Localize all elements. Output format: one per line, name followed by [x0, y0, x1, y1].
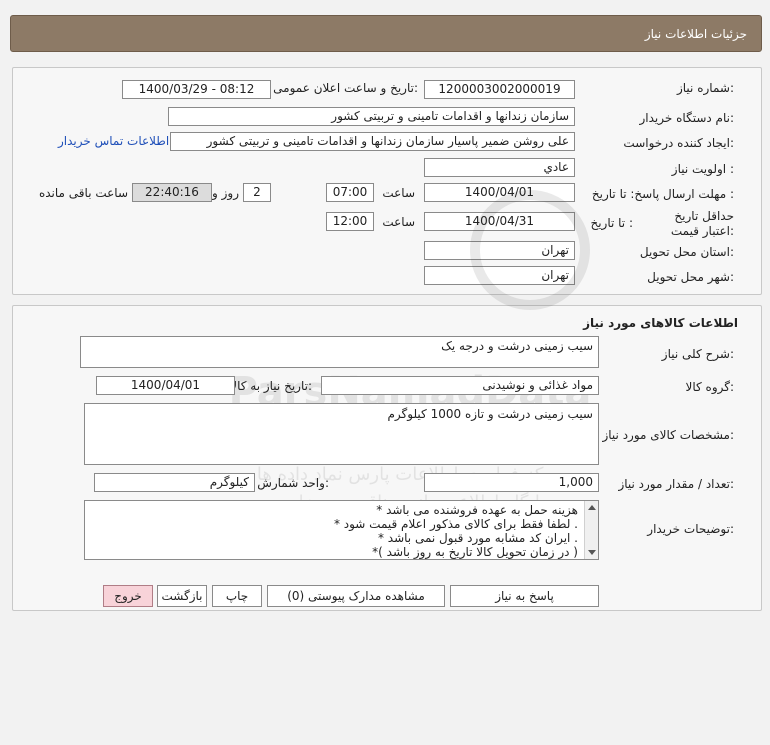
- buyer-org-label: نام دستگاه خریدار:: [639, 111, 735, 125]
- notes-content: هزینه حمل به عهده فروشنده می باشد * . لط…: [108, 503, 578, 559]
- scroll-down-icon[interactable]: [588, 550, 596, 555]
- deadline-date-field: 1400/04/01: [424, 183, 575, 202]
- deadline-time-label: ساعت: [382, 186, 415, 200]
- need-info-panel: [12, 67, 762, 295]
- city-label: شهر محل تحویل:: [647, 270, 734, 284]
- reply-button[interactable]: پاسخ به نیاز: [450, 585, 599, 607]
- group-field: مواد غذائی و نوشیدنی: [321, 376, 599, 395]
- note-line: . ایران کد مشابه مورد قبول نمی باشد *: [377, 531, 578, 545]
- validity-label: حداقل تاریخ اعتبار قیمت:: [670, 209, 734, 238]
- unit-field: کیلوگرم: [94, 473, 255, 492]
- description-field: سیب زمینی درشت و درجه یک: [80, 336, 599, 368]
- deadline-time-field: 07:00: [326, 183, 374, 202]
- goods-section-title: اطلاعات کالاهای مورد نیاز: [583, 316, 738, 330]
- requester-field: علی روشن ضمیر پاسیار سازمان زندانها و اق…: [170, 132, 575, 151]
- validity-time-label: ساعت: [382, 215, 415, 229]
- deadline-label: مهلت ارسال پاسخ: تا تاریخ :: [591, 187, 734, 201]
- group-label: گروه کالا:: [685, 380, 735, 394]
- exit-button[interactable]: خروج: [103, 585, 153, 607]
- scroll-up-icon[interactable]: [588, 505, 596, 510]
- attachments-button[interactable]: مشاهده مدارک پیوستی (0): [267, 585, 445, 607]
- validity-date-field: 1400/04/31: [424, 212, 575, 231]
- back-button[interactable]: بازگشت: [157, 585, 207, 607]
- province-field: تهران: [424, 241, 575, 260]
- remaining-time-field: 22:40:16: [132, 183, 212, 202]
- days-field: 2: [243, 183, 271, 202]
- priority-label: اولویت نیاز :: [671, 162, 734, 176]
- days-label: روز و: [212, 186, 239, 200]
- page-header: جزئیات اطلاعات نیاز: [10, 15, 762, 52]
- buyer-org-field: سازمان زندانها و اقدامات تامینی و تربیتی…: [168, 107, 575, 126]
- description-label: شرح کلی نیاز:: [661, 347, 734, 361]
- validity-to-label: تا تاریخ :: [590, 216, 633, 230]
- notes-field[interactable]: هزینه حمل به عهده فروشنده می باشد * . لط…: [84, 500, 599, 560]
- spec-label: مشخصات کالای مورد نیاز:: [602, 428, 734, 442]
- announce-label: تاریخ و ساعت اعلان عمومی:: [273, 81, 418, 95]
- announce-field: 1400/03/29 - 08:12: [122, 80, 271, 99]
- spec-text: سیب زمینی درشت و تازه 1000 کیلوگرم: [387, 407, 594, 421]
- notes-label: توضیحات خریدار:: [647, 522, 734, 536]
- note-line: هزینه حمل به عهده فروشنده می باشد *: [376, 503, 578, 517]
- notes-scrollbar[interactable]: [584, 501, 598, 559]
- print-button[interactable]: چاپ: [212, 585, 262, 607]
- validity-time-field: 12:00: [326, 212, 374, 231]
- province-label: استان محل تحویل:: [639, 245, 734, 259]
- unit-label: واحد شمارش:: [257, 476, 329, 490]
- city-field: تهران: [424, 266, 575, 285]
- requester-label: ایجاد کننده درخواست:: [623, 136, 734, 150]
- need-number-label: شماره نیاز:: [676, 81, 734, 95]
- need-date-label: تاریخ نیاز به کالا:: [230, 379, 312, 393]
- note-line: . لطفا فقط برای کالای مذکور اعلام قیمت ش…: [333, 517, 578, 531]
- need-number-field: 1200003002000019: [424, 80, 575, 99]
- qty-field: 1,000: [424, 473, 599, 492]
- qty-label: تعداد / مقدار مورد نیاز:: [618, 477, 734, 491]
- need-date-field: 1400/04/01: [96, 376, 235, 395]
- description-text: سیب زمینی درشت و درجه یک: [441, 339, 593, 353]
- priority-field: عادي: [424, 158, 575, 177]
- page-title: جزئیات اطلاعات نیاز: [644, 27, 747, 41]
- spec-field: سیب زمینی درشت و تازه 1000 کیلوگرم: [84, 403, 599, 465]
- remaining-label: ساعت باقی مانده: [38, 186, 128, 200]
- note-line: ( در زمان تحویل کالا تاریخ به روز باشد )…: [372, 545, 578, 559]
- buyer-contact-link[interactable]: اطلاعات تماس خریدار: [58, 134, 169, 148]
